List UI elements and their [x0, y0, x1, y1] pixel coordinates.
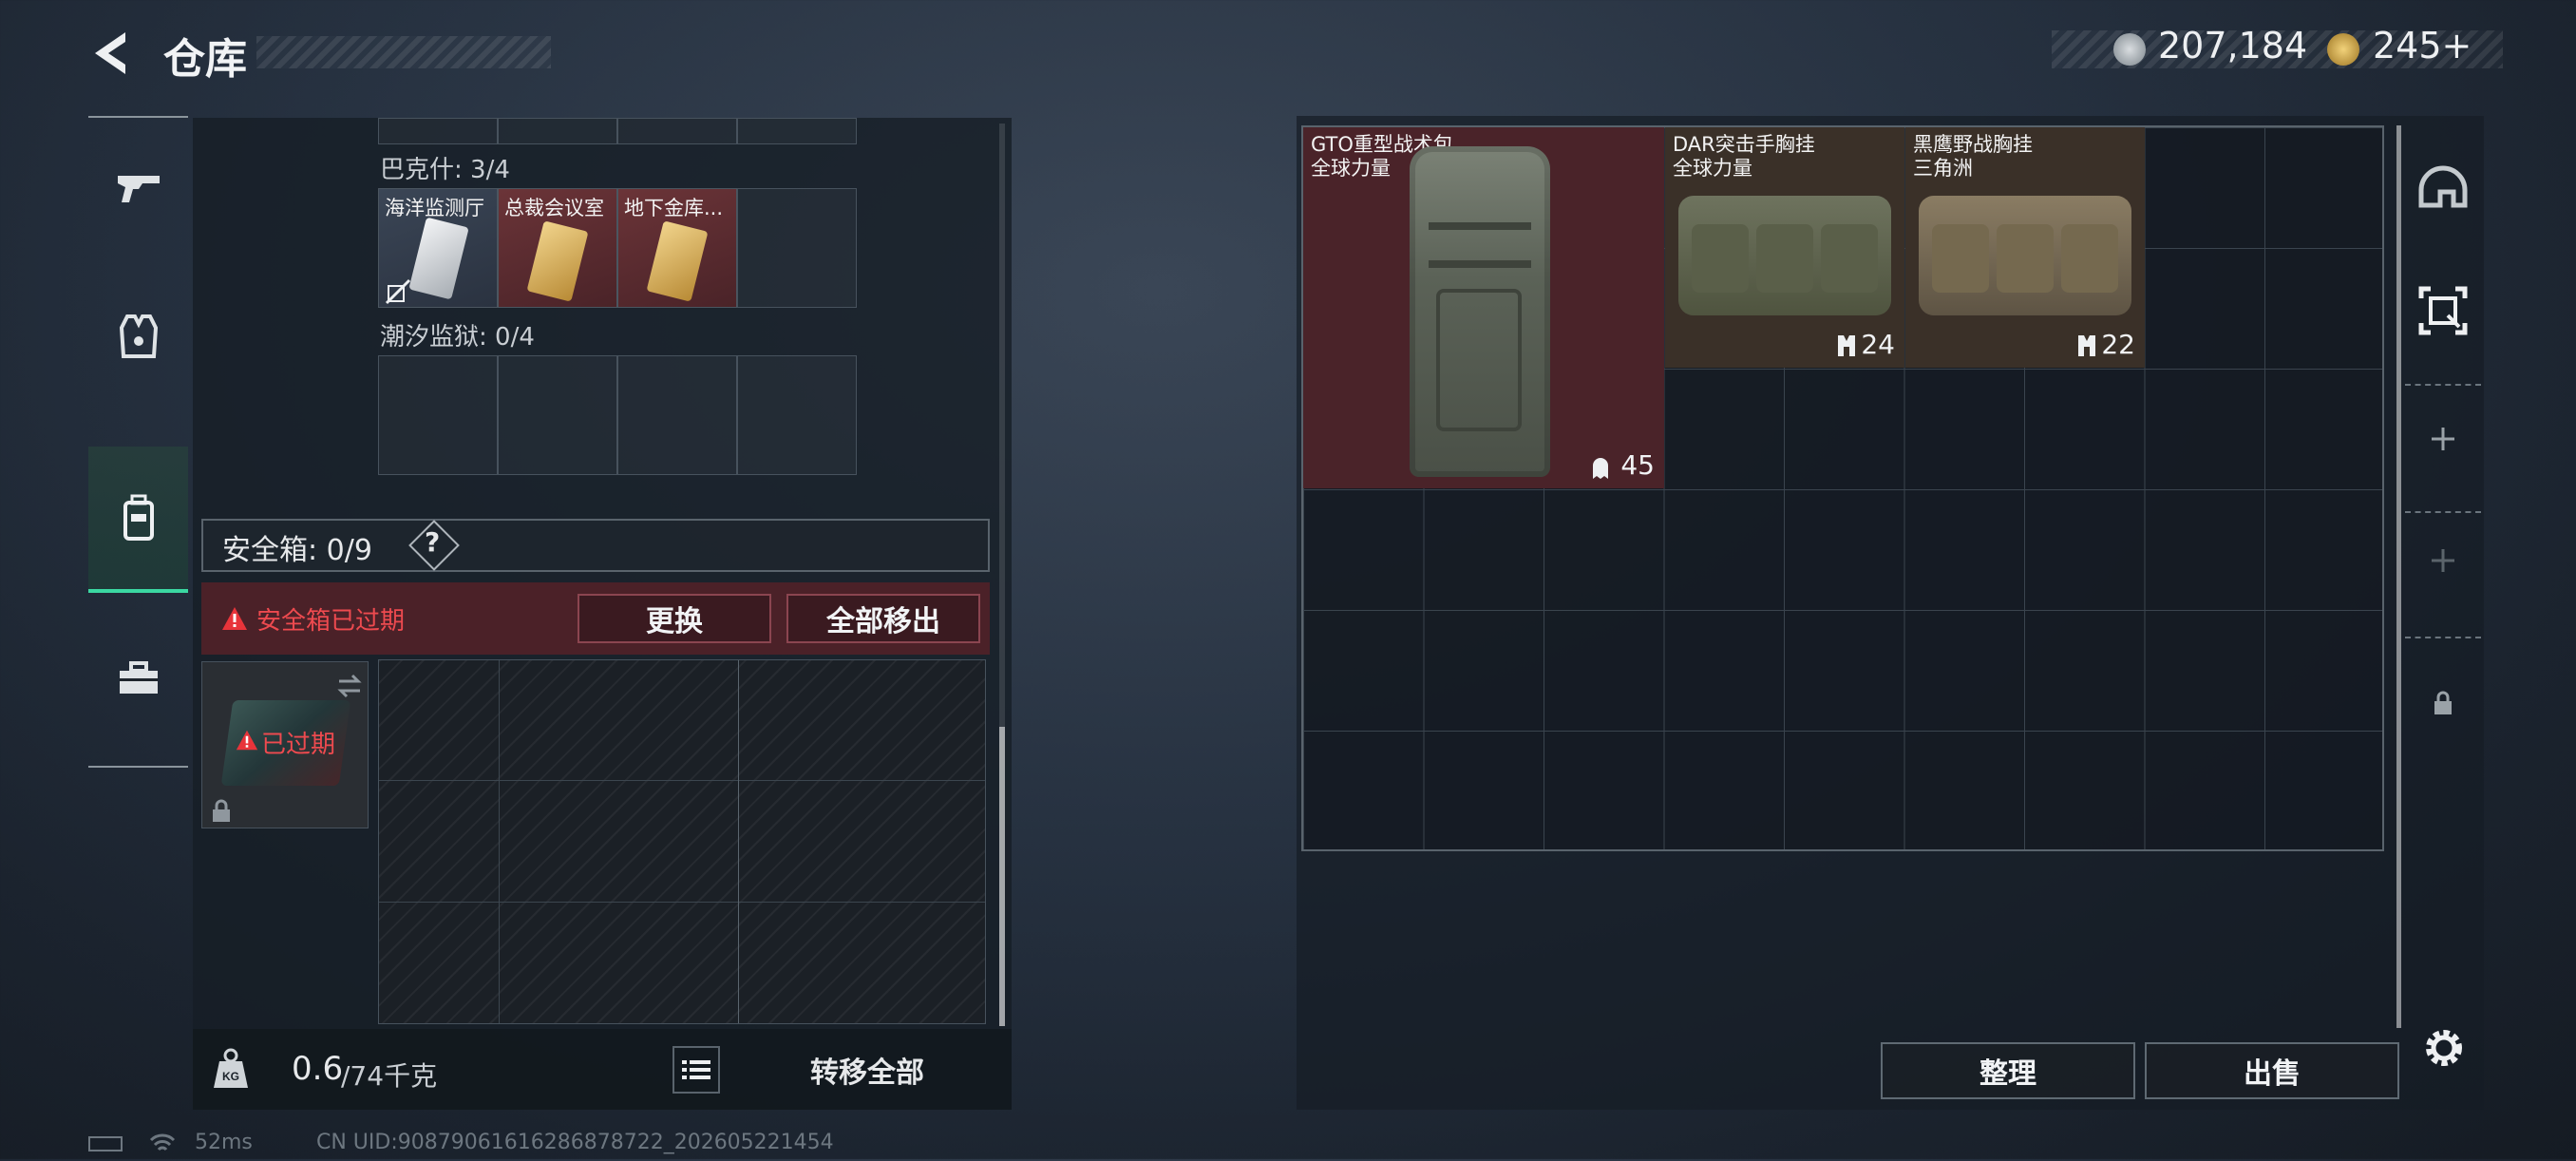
container-helmet[interactable] [2405, 163, 2481, 211]
partial-key-row [378, 118, 857, 144]
swap-icon[interactable] [335, 672, 364, 700]
nav-armor[interactable] [88, 265, 188, 408]
side-nav [88, 116, 188, 768]
add-slot-1[interactable] [2405, 426, 2481, 452]
weight-icon: KG [214, 1048, 248, 1088]
list-icon [682, 1060, 710, 1079]
chest-rig-image [1678, 196, 1891, 315]
weight-bar: KG 0.6 /74千克 转移全部 [193, 1029, 1012, 1110]
replace-button[interactable]: 更换 [578, 594, 771, 643]
item-dar-chest-rig[interactable]: DAR突击手胸挂 全球力量 24 [1665, 127, 1904, 368]
safebox-item[interactable]: 已过期 [201, 661, 369, 828]
keycard-icon [408, 217, 469, 300]
empty-key-slot[interactable] [617, 355, 737, 475]
keycard-icon [526, 220, 589, 302]
helmet-icon [2418, 165, 2468, 208]
ping-text: 52ms [195, 1131, 253, 1154]
toolbox-icon [119, 661, 158, 694]
key-card-vault[interactable]: 地下金库... [617, 188, 737, 308]
key-card-boardroom[interactable]: 总裁会议室 [498, 188, 617, 308]
safebox-header: 安全箱: 0/9 ? [201, 519, 990, 572]
vest-slot-icon [2078, 335, 2095, 356]
silver-coin-icon [2113, 33, 2146, 66]
scan-icon [2418, 286, 2468, 335]
item-blackhawk-chest-rig[interactable]: 黑鹰野战胸挂 三角洲 22 [1905, 127, 2145, 368]
safebox-expired-status: 已过期 [261, 731, 336, 759]
expired-warning-text: 安全箱已过期 [256, 607, 406, 636]
nav-tools[interactable] [88, 607, 188, 750]
tidal-key-row [378, 355, 857, 475]
weight-value: 0.6 [292, 1050, 344, 1088]
item-gto-backpack[interactable]: GTO重型战术包 全球力量 45 [1303, 127, 1664, 488]
locked-slot [2405, 690, 2481, 716]
gun-icon [117, 176, 160, 202]
gear-icon [2426, 1030, 2462, 1066]
vest-icon [119, 314, 158, 358]
gold-currency[interactable]: 245+ [2373, 25, 2472, 67]
sell-button[interactable]: 出售 [2145, 1042, 2399, 1099]
ghost-icon [1593, 458, 1608, 479]
keycard-icon [646, 220, 709, 302]
list-view-button[interactable] [672, 1046, 720, 1094]
silver-currency: 207,184 [2158, 25, 2308, 67]
bakesh-label: 巴克什: 3/4 [380, 156, 510, 184]
item-name: 黑鹰野战胸挂 三角洲 [1913, 133, 2033, 180]
help-button[interactable]: ? [425, 526, 440, 558]
chest-rig-image [1919, 196, 2131, 315]
currency-bar: 207,184 245+ [2052, 25, 2503, 68]
safebox-grid[interactable] [378, 659, 986, 1024]
page-title: 仓库 [163, 35, 247, 84]
container-scan[interactable] [2405, 285, 2481, 336]
item-name: DAR突击手胸挂 全球力量 [1673, 133, 1815, 180]
backpack-image [1410, 146, 1550, 477]
item-value: 24 [1861, 329, 1895, 360]
back-button[interactable] [84, 25, 141, 82]
no-transfer-icon [385, 278, 411, 305]
item-value: 45 [1620, 449, 1655, 481]
nav-backpack[interactable] [88, 447, 188, 593]
empty-key-slot[interactable] [378, 355, 498, 475]
wifi-icon [149, 1131, 176, 1161]
add-slot-2[interactable] [2405, 547, 2481, 574]
item-value: 22 [2101, 329, 2135, 360]
title-decoration [256, 36, 551, 68]
transfer-all-button[interactable]: 转移全部 [734, 1042, 1000, 1097]
tidal-label: 潮汐监狱: 0/4 [380, 323, 535, 352]
svg-text:KG: KG [222, 1070, 239, 1083]
battery-icon [88, 1136, 123, 1151]
backpack-icon [123, 494, 154, 541]
safebox-label: 安全箱: 0/9 [222, 534, 372, 567]
empty-key-slot[interactable] [498, 355, 617, 475]
settings-button[interactable] [2420, 1024, 2468, 1075]
storage-scrollbar[interactable] [2396, 125, 2401, 1028]
right-nav [2405, 133, 2481, 751]
left-scroll-thumb[interactable] [999, 727, 1005, 1026]
tidy-button[interactable]: 整理 [1881, 1042, 2135, 1099]
plus-icon [2432, 549, 2454, 572]
back-arrow-icon [95, 32, 125, 74]
lock-icon [2434, 691, 2452, 714]
vest-slot-icon [1838, 335, 1855, 356]
safebox-expired-bar: 安全箱已过期 更换 全部移出 [201, 582, 990, 655]
warning-icon [222, 607, 247, 630]
remove-all-button[interactable]: 全部移出 [786, 594, 980, 643]
gold-coin-icon [2327, 33, 2359, 66]
empty-key-slot[interactable] [737, 355, 857, 475]
weight-capacity: /74千克 [341, 1060, 438, 1092]
lock-icon [213, 799, 230, 822]
warning-icon [236, 730, 258, 751]
key-card-ocean[interactable]: 海洋监测厅 [378, 188, 498, 308]
plus-icon [2432, 428, 2454, 450]
nav-weapons[interactable] [88, 118, 188, 260]
uid-text: CN UID:9087906161628687872​2_20260522145… [316, 1131, 834, 1154]
